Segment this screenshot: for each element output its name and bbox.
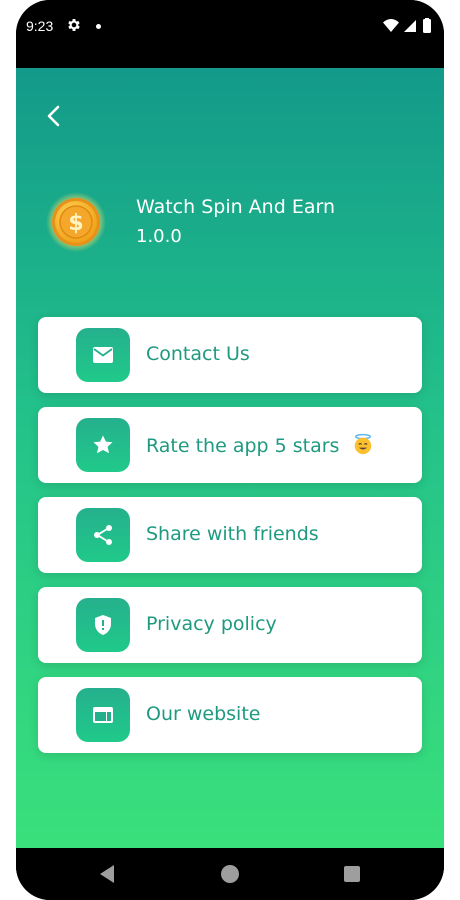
nav-home-icon[interactable]	[221, 865, 239, 883]
about-screen: $ Watch Spin And Earn 1.0.0 Contact Us R…	[16, 68, 444, 848]
contact-icon-tile	[76, 328, 130, 382]
share-icon-tile	[76, 508, 130, 562]
menu-item-label: Rate the app 5 stars	[146, 435, 340, 457]
nav-recents-icon[interactable]	[344, 866, 360, 882]
settings-gear-icon	[68, 19, 80, 31]
privacy-icon-tile	[76, 598, 130, 652]
website-icon-tile	[76, 688, 130, 742]
contact-us-item[interactable]: Contact Us	[38, 317, 422, 393]
navigation-bar	[16, 848, 444, 900]
signal-icon	[404, 20, 416, 32]
menu-list: Contact Us Rate the app 5 stars Share wi…	[38, 317, 422, 767]
coin-icon: $	[46, 192, 106, 252]
star-icon	[93, 435, 113, 454]
smiling-angel-emoji-icon	[354, 433, 371, 455]
back-button[interactable]	[38, 100, 70, 132]
chevron-left-icon	[47, 105, 60, 127]
status-time: 9:23	[26, 18, 54, 34]
privacy-policy-item[interactable]: Privacy policy	[38, 587, 422, 663]
share-icon	[94, 525, 112, 545]
menu-item-label-row: Rate the app 5 stars	[146, 433, 374, 457]
share-item[interactable]: Share with friends	[38, 497, 422, 573]
wifi-icon	[383, 19, 399, 32]
phone-frame: 9:23 $ Watch Spin And Earn 1.0.0 Contact…	[16, 0, 444, 900]
nav-back-icon[interactable]	[98, 864, 116, 884]
menu-item-label: Share with friends	[146, 523, 319, 545]
mail-icon	[93, 347, 113, 363]
menu-item-label: Our website	[146, 703, 261, 725]
status-icons	[383, 18, 431, 33]
battery-icon	[423, 18, 431, 33]
svg-text:$: $	[68, 211, 83, 236]
app-version: 1.0.0	[136, 226, 182, 247]
status-bar: 9:23	[16, 0, 444, 68]
rate-app-item[interactable]: Rate the app 5 stars	[38, 407, 422, 483]
menu-item-label: Contact Us	[146, 343, 250, 365]
notification-dot-icon	[96, 24, 101, 29]
app-name: Watch Spin And Earn	[136, 196, 335, 218]
menu-item-label: Privacy policy	[146, 613, 277, 635]
web-icon	[93, 707, 113, 723]
shield-icon	[95, 615, 111, 635]
rate-icon-tile	[76, 418, 130, 472]
our-website-item[interactable]: Our website	[38, 677, 422, 753]
